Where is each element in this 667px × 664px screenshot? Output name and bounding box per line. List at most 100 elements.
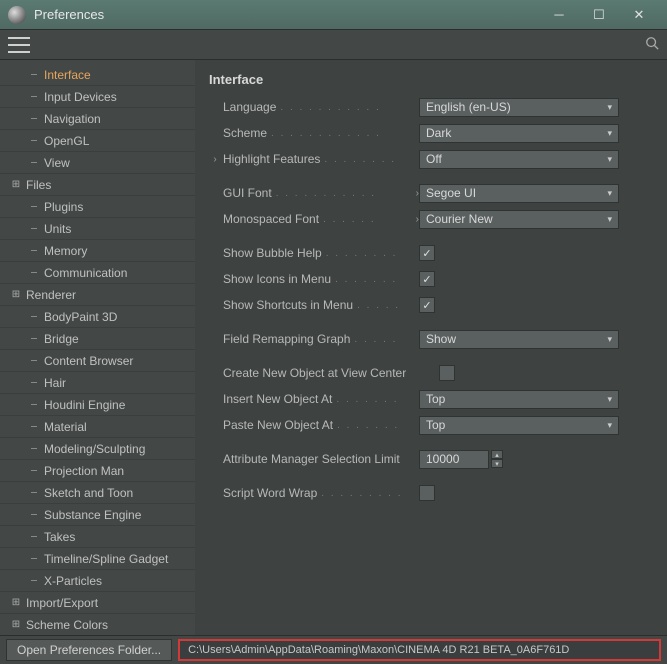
sidebar-item-projection-man[interactable]: Projection Man (0, 460, 195, 482)
sidebar-item-x-particles[interactable]: X-Particles (0, 570, 195, 592)
sidebar-item-communication[interactable]: Communication (0, 262, 195, 284)
prefs-folder-path: C:\Users\Admin\AppData\Roaming\Maxon\CIN… (178, 639, 661, 661)
tree-expand-icon[interactable] (10, 179, 22, 191)
sidebar-item-label: Takes (44, 530, 75, 544)
sidebar-item-opengl[interactable]: OpenGL (0, 130, 195, 152)
sidebar-item-label: Projection Man (44, 464, 124, 478)
sidebar-item-label: Import/Export (26, 596, 98, 610)
close-button[interactable]: ✕ (619, 0, 659, 30)
sidebar-item-label: Files (26, 178, 51, 192)
tree-expand-icon[interactable] (10, 619, 22, 631)
tree-leaf-icon (28, 553, 40, 565)
app-icon (8, 6, 26, 24)
sidebar-item-houdini-engine[interactable]: Houdini Engine (0, 394, 195, 416)
sidebar-item-modeling-sculpting[interactable]: Modeling/Sculpting (0, 438, 195, 460)
sidebar-item-label: Hair (44, 376, 66, 390)
icons-menu-label: Show Icons in Menu (223, 272, 331, 286)
stepper-down-icon[interactable]: ▾ (491, 459, 503, 468)
tree-expand-icon[interactable] (10, 289, 22, 301)
sidebar-item-label: Memory (44, 244, 87, 258)
search-icon[interactable] (645, 36, 659, 53)
sidebar-item-content-browser[interactable]: Content Browser (0, 350, 195, 372)
tree-leaf-icon (28, 135, 40, 147)
sidebar-item-takes[interactable]: Takes (0, 526, 195, 548)
sidebar-item-material[interactable]: Material (0, 416, 195, 438)
mono-font-label: Monospaced Font (223, 212, 319, 226)
maximize-button[interactable]: ☐ (579, 0, 619, 30)
sidebar-item-sketch-and-toon[interactable]: Sketch and Toon (0, 482, 195, 504)
script-wrap-checkbox[interactable] (419, 485, 435, 501)
sidebar-item-input-devices[interactable]: Input Devices (0, 86, 195, 108)
tree-leaf-icon (28, 421, 40, 433)
field-remap-dropdown[interactable]: Show▾ (419, 330, 619, 349)
icons-menu-checkbox[interactable]: ✓ (419, 271, 435, 287)
sidebar-item-bridge[interactable]: Bridge (0, 328, 195, 350)
sidebar-item-label: Navigation (44, 112, 101, 126)
chevron-right-icon[interactable]: › (209, 154, 221, 165)
stepper-up-icon[interactable]: ▴ (491, 450, 503, 459)
sidebar-item-substance-engine[interactable]: Substance Engine (0, 504, 195, 526)
footer: Open Preferences Folder... C:\Users\Admi… (0, 635, 667, 664)
field-remap-label: Field Remapping Graph (223, 332, 350, 346)
tree-leaf-icon (28, 201, 40, 213)
sidebar-item-label: Scheme Colors (26, 618, 108, 632)
tree-leaf-icon (28, 377, 40, 389)
sidebar-item-files[interactable]: Files (0, 174, 195, 196)
insert-at-label: Insert New Object At (223, 392, 332, 406)
create-center-checkbox[interactable] (439, 365, 455, 381)
create-center-label: Create New Object at View Center (223, 366, 406, 380)
tree-leaf-icon (28, 69, 40, 81)
sidebar-item-timeline-spline-gadget[interactable]: Timeline/Spline Gadget (0, 548, 195, 570)
sidebar-item-label: Houdini Engine (44, 398, 125, 412)
sidebar-item-label: Interface (44, 68, 91, 82)
insert-at-dropdown[interactable]: Top▾ (419, 390, 619, 409)
scheme-dropdown[interactable]: Dark▾ (419, 124, 619, 143)
mono-font-dropdown[interactable]: Courier New▾ (419, 210, 619, 229)
sidebar-item-scheme-colors[interactable]: Scheme Colors (0, 614, 195, 635)
attr-limit-spinner[interactable]: ▴▾ (419, 450, 503, 469)
sidebar-item-label: Material (44, 420, 87, 434)
sidebar-item-label: Timeline/Spline Gadget (44, 552, 168, 566)
sidebar-item-interface[interactable]: Interface (0, 64, 195, 86)
sidebar-item-view[interactable]: View (0, 152, 195, 174)
tree-expand-icon[interactable] (10, 597, 22, 609)
menubar (0, 30, 667, 60)
tree-leaf-icon (28, 223, 40, 235)
sidebar-item-label: Bridge (44, 332, 79, 346)
script-wrap-label: Script Word Wrap (223, 486, 317, 500)
shortcuts-menu-checkbox[interactable]: ✓ (419, 297, 435, 313)
tree-leaf-icon (28, 399, 40, 411)
sidebar-item-bodypaint-3d[interactable]: BodyPaint 3D (0, 306, 195, 328)
minimize-button[interactable]: ─ (539, 0, 579, 30)
sidebar-item-label: Substance Engine (44, 508, 141, 522)
sidebar-item-label: X-Particles (44, 574, 102, 588)
tree-leaf-icon (28, 531, 40, 543)
tree-leaf-icon (28, 333, 40, 345)
sidebar-item-label: Units (44, 222, 71, 236)
sidebar-item-navigation[interactable]: Navigation (0, 108, 195, 130)
highlight-dropdown[interactable]: Off▾ (419, 150, 619, 169)
sidebar-item-import-export[interactable]: Import/Export (0, 592, 195, 614)
sidebar-item-memory[interactable]: Memory (0, 240, 195, 262)
sidebar-item-label: Sketch and Toon (44, 486, 133, 500)
bubble-help-checkbox[interactable]: ✓ (419, 245, 435, 261)
sidebar-item-renderer[interactable]: Renderer (0, 284, 195, 306)
tree-leaf-icon (28, 157, 40, 169)
sidebar-item-label: Modeling/Sculpting (44, 442, 145, 456)
tree-leaf-icon (28, 509, 40, 521)
sidebar-item-units[interactable]: Units (0, 218, 195, 240)
attr-limit-label: Attribute Manager Selection Limit (223, 452, 400, 466)
tree-leaf-icon (28, 443, 40, 455)
language-dropdown[interactable]: English (en-US)▾ (419, 98, 619, 117)
open-prefs-folder-button[interactable]: Open Preferences Folder... (6, 639, 172, 661)
sidebar-item-plugins[interactable]: Plugins (0, 196, 195, 218)
preferences-tree: Interface Input Devices Navigation OpenGLVi… (0, 60, 195, 635)
highlight-label: Highlight Features (223, 152, 320, 166)
tree-leaf-icon (28, 245, 40, 257)
paste-at-dropdown[interactable]: Top▾ (419, 416, 619, 435)
gui-font-dropdown[interactable]: Segoe UI▾ (419, 184, 619, 203)
sidebar-item-hair[interactable]: Hair (0, 372, 195, 394)
attr-limit-input[interactable] (419, 450, 489, 469)
hamburger-icon[interactable] (8, 37, 30, 53)
sidebar-item-label: Plugins (44, 200, 83, 214)
